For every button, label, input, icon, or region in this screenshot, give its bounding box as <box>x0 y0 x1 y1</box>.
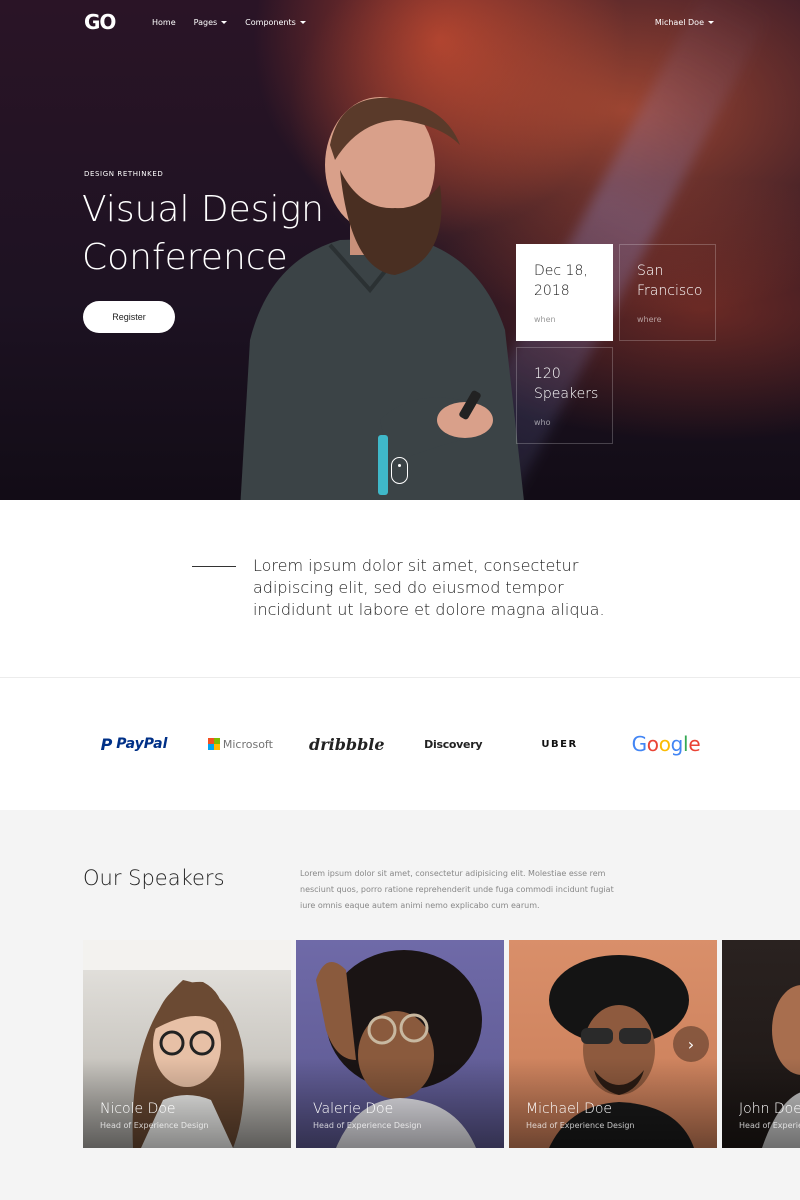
nav-link-components[interactable]: Components <box>245 18 306 27</box>
caret-down-icon <box>299 20 306 24</box>
hero-eyebrow: DESIGN RETHINKED <box>84 170 164 178</box>
info-value-line: Dec 18, <box>534 263 588 279</box>
logo[interactable]: GO <box>84 10 152 34</box>
register-button[interactable]: Register <box>83 301 175 333</box>
partner-logos: P PayPal Microsoft dribbble Discovery UB… <box>84 728 716 760</box>
nav-link-label: Components <box>245 17 296 27</box>
info-card-speakers: 120 Speakers who <box>516 347 613 444</box>
info-card-location: San Francisco where <box>619 244 716 341</box>
info-value-line: Speakers <box>534 386 599 402</box>
microsoft-logo: Microsoft <box>190 728 290 760</box>
speaker-role: Head of Experience Design <box>739 1121 800 1130</box>
info-value-line: 2018 <box>534 283 570 299</box>
info-card-date: Dec 18, 2018 when <box>516 244 613 341</box>
speaker-role: Head of Experience Design <box>100 1121 209 1130</box>
speaker-card[interactable]: Nicole Doe Head of Experience Design <box>83 940 291 1148</box>
info-value: San Francisco <box>637 261 702 301</box>
hero-title: Visual Design Conference <box>82 186 382 282</box>
quote-line: adipiscing elit, sed do eiusmod tempor <box>253 578 564 597</box>
paypal-logo: P PayPal <box>84 728 184 760</box>
discovery-logo: Discovery <box>424 737 483 751</box>
section-divider <box>0 677 800 678</box>
info-value: Dec 18, 2018 <box>534 261 595 301</box>
nav-link-home[interactable]: Home <box>152 18 176 27</box>
speaker-name: Valerie Doe <box>313 1101 394 1117</box>
caret-down-icon <box>221 20 228 24</box>
dribbble-logo: dribbble <box>309 734 385 754</box>
speaker-role: Head of Experience Design <box>526 1121 635 1130</box>
google-logo: Google <box>631 732 701 756</box>
nav-link-label: Home <box>152 17 176 27</box>
speakers-description: Lorem ipsum dolor sit amet, consectetur … <box>300 869 614 910</box>
info-label: where <box>637 315 662 324</box>
hero-title-line: Visual Design <box>82 189 324 230</box>
top-navigation: GO Home Pages Components Michael Doe <box>84 10 714 34</box>
microsoft-wordmark: Microsoft <box>222 737 273 751</box>
paypal-wordmark: PayPal <box>116 736 168 752</box>
info-value: 120 Speakers <box>534 364 599 404</box>
hero-title-line: Conference <box>82 237 288 278</box>
info-value-line: 120 <box>534 366 561 382</box>
speaker-role: Head of Experience Design <box>313 1121 422 1130</box>
user-menu[interactable]: Michael Doe <box>655 18 714 27</box>
quote-divider-line <box>192 566 236 567</box>
quote-line: Lorem ipsum dolor sit amet, consectetur <box>253 556 579 575</box>
microsoft-icon <box>207 738 220 750</box>
nav-link-label: Pages <box>193 17 218 27</box>
speaker-name: John Doe <box>739 1101 800 1117</box>
chevron-right-icon[interactable]: › <box>673 1026 709 1062</box>
nav-link-pages[interactable]: Pages <box>194 18 228 27</box>
scroll-down-icon[interactable] <box>391 457 408 484</box>
info-value-line: San <box>637 263 664 279</box>
speakers-title: Our Speakers <box>83 866 225 890</box>
info-label: when <box>534 315 556 324</box>
info-value-line: Francisco <box>637 283 703 299</box>
info-label: who <box>534 418 551 427</box>
speaker-name: Michael Doe <box>526 1101 613 1117</box>
uber-logo: UBER <box>541 738 578 750</box>
paypal-icon: P <box>100 734 113 754</box>
speaker-card[interactable]: John Doe Head of Experience Design <box>722 940 800 1148</box>
user-name: Michael Doe <box>654 17 704 27</box>
hero-section: GO Home Pages Components Michael Doe DES… <box>0 0 800 500</box>
speaker-card[interactable]: Valerie Doe Head of Experience Design <box>296 940 504 1148</box>
speaker-photo <box>240 97 524 500</box>
quote-line: incididunt ut labore et dolore magna ali… <box>253 600 605 619</box>
speaker-name: Nicole Doe <box>100 1101 176 1117</box>
intro-quote: Lorem ipsum dolor sit amet, consectetur … <box>253 555 613 621</box>
caret-down-icon <box>708 20 714 24</box>
